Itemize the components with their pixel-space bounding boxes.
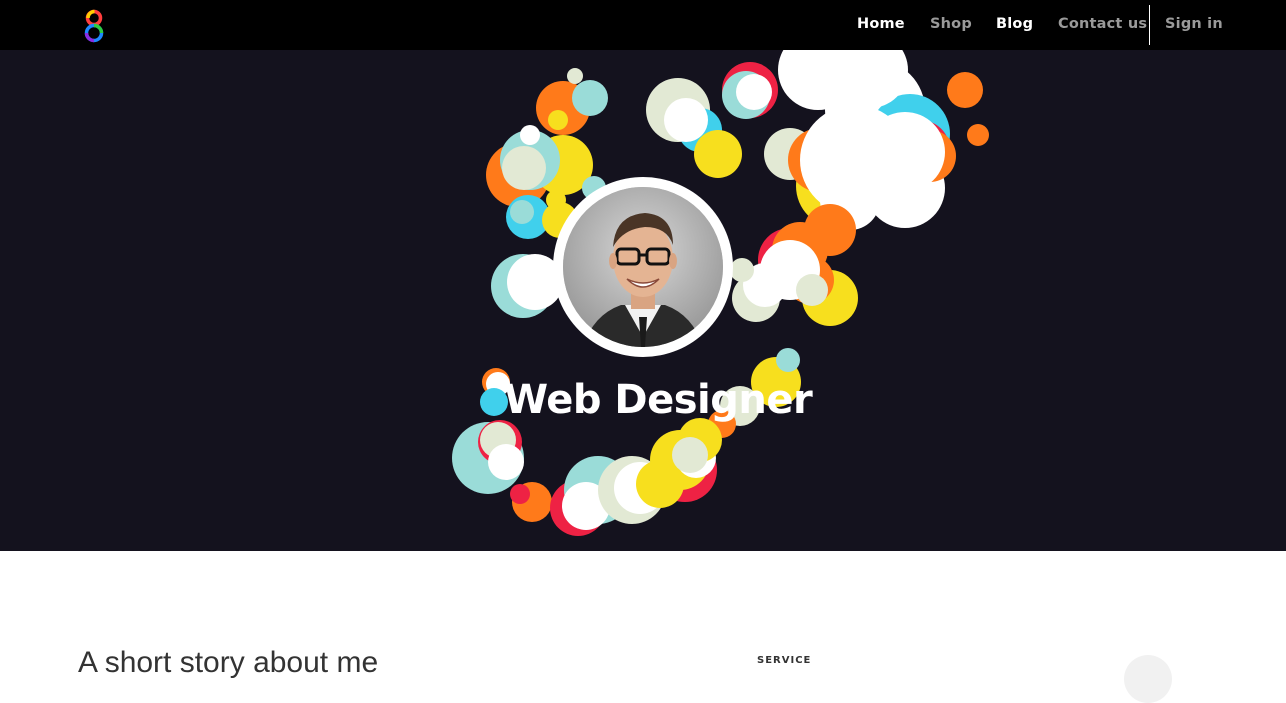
nav-contact-us[interactable]: Contact us <box>1058 16 1147 32</box>
nav-sign-in[interactable]: Sign in <box>1165 16 1223 32</box>
nav-blog[interactable]: Blog <box>996 16 1033 32</box>
portrait-image <box>563 187 723 347</box>
nav-home[interactable]: Home <box>857 16 905 32</box>
decorative-circle <box>1124 655 1172 703</box>
avatar-ring <box>553 177 733 357</box>
nav-divider <box>1149 5 1150 45</box>
avatar <box>563 187 723 347</box>
navbar: Home Shop Blog Contact us Sign in <box>0 0 1286 50</box>
section-tag: SERVICE <box>757 655 812 666</box>
brand-logo-icon[interactable] <box>80 8 108 44</box>
nav-shop[interactable]: Shop <box>930 16 972 32</box>
section-heading: A short story about me <box>78 646 379 679</box>
hero-title: Web Designer <box>504 377 813 423</box>
hero-section: Web Designer <box>0 50 1286 551</box>
